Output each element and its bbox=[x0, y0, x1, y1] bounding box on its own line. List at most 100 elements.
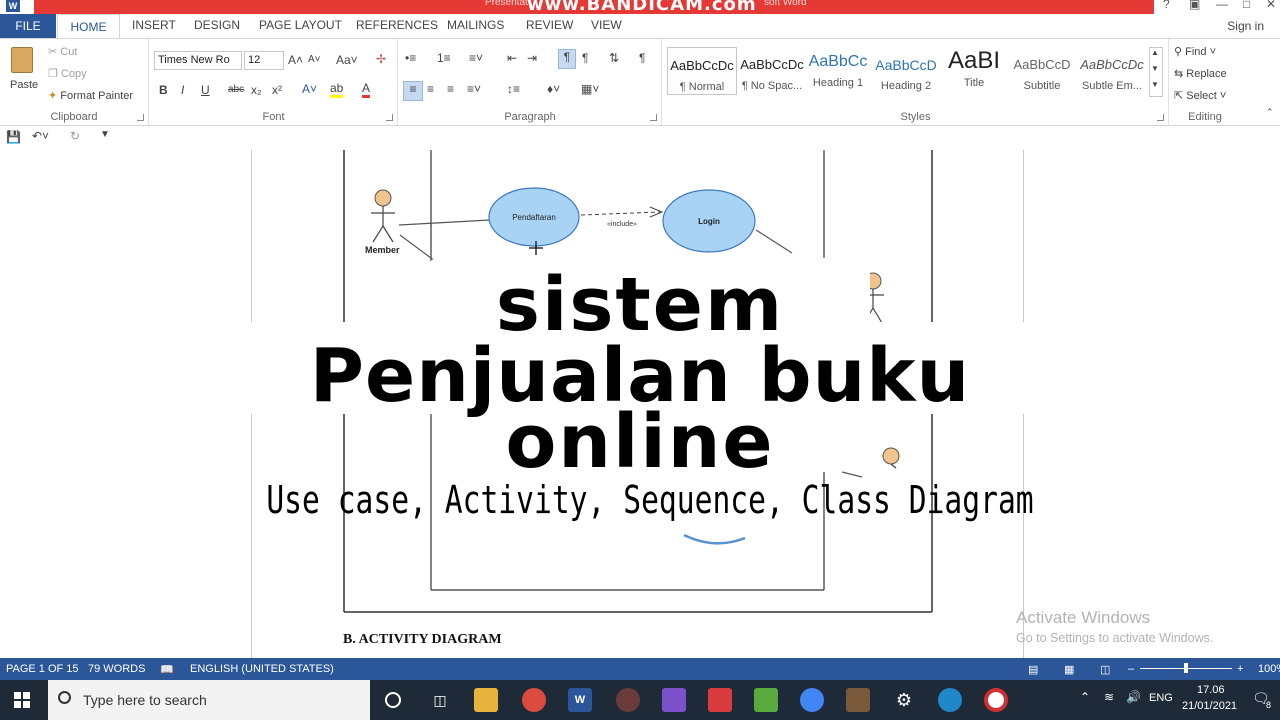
scroll-down-icon[interactable]: ▼ bbox=[1151, 64, 1159, 73]
edge-icon[interactable] bbox=[938, 688, 962, 712]
style-normal[interactable]: AaBbCcDc ¶ Normal bbox=[667, 47, 737, 95]
clock-date[interactable]: 21/01/2021 bbox=[1182, 700, 1237, 712]
word-count[interactable]: 79 WORDS bbox=[88, 663, 145, 675]
paragraph-launcher-icon[interactable] bbox=[650, 114, 657, 121]
app-icon[interactable] bbox=[708, 688, 732, 712]
style-subtitle[interactable]: AaBbCcD Subtitle bbox=[1007, 47, 1077, 95]
close-icon[interactable]: ✕ bbox=[1266, 0, 1276, 11]
scroll-up-icon[interactable]: ▲ bbox=[1151, 48, 1159, 57]
bold-button[interactable]: B bbox=[159, 83, 168, 97]
sort-icon[interactable]: ⇅ bbox=[609, 51, 619, 65]
tray-chevron-icon[interactable]: ⌃ bbox=[1080, 690, 1090, 704]
strikethrough-button[interactable]: abc bbox=[228, 84, 244, 95]
underline-button[interactable]: U bbox=[201, 83, 210, 97]
tab-file[interactable]: FILE bbox=[0, 14, 56, 38]
find-button[interactable]: ⚲ Find ˅ bbox=[1174, 45, 1216, 58]
maximize-icon[interactable]: □ bbox=[1243, 0, 1250, 11]
zoom-out-icon[interactable]: – bbox=[1128, 663, 1134, 675]
app-icon[interactable] bbox=[616, 688, 640, 712]
start-icon[interactable] bbox=[14, 692, 30, 708]
styles-launcher-icon[interactable] bbox=[1157, 114, 1164, 121]
shrink-font-icon[interactable]: A˅ bbox=[308, 54, 321, 65]
borders-icon[interactable]: ▦˅ bbox=[581, 82, 599, 96]
cut-button[interactable]: ✂ Cut bbox=[48, 45, 77, 58]
rtl-direction-icon[interactable]: ¶ bbox=[582, 51, 588, 65]
proofing-icon[interactable]: 📖 bbox=[160, 663, 174, 676]
superscript-button[interactable]: x² bbox=[272, 83, 282, 97]
subscript-button[interactable]: x₂ bbox=[251, 83, 262, 97]
chrome-icon[interactable] bbox=[522, 688, 546, 712]
collapse-ribbon-icon[interactable]: ⌃ bbox=[1266, 107, 1274, 118]
paste-button[interactable]: Paste bbox=[8, 45, 38, 95]
bandicam-record-icon[interactable] bbox=[984, 688, 1008, 712]
replace-button[interactable]: ⇆ Replace bbox=[1174, 67, 1227, 80]
styles-scroll[interactable]: ▲ ▼ ▼ bbox=[1149, 47, 1163, 97]
align-left-icon[interactable]: ≡ bbox=[403, 81, 423, 101]
web-layout-icon[interactable]: ◫ bbox=[1100, 663, 1110, 676]
language-indicator[interactable]: ENGLISH (UNITED STATES) bbox=[190, 663, 334, 675]
tab-view[interactable]: VIEW bbox=[591, 18, 622, 32]
tab-references[interactable]: REFERENCES bbox=[356, 18, 438, 32]
style-heading-2[interactable]: AaBbCcD Heading 2 bbox=[871, 47, 941, 95]
format-painter-button[interactable]: ✦ Format Painter bbox=[48, 89, 133, 102]
text-effects-icon[interactable]: A˅ bbox=[302, 82, 317, 96]
undo-icon[interactable]: ↶˅ bbox=[32, 129, 49, 143]
app-icon[interactable] bbox=[846, 688, 870, 712]
justify-icon[interactable]: ≡˅ bbox=[467, 82, 481, 96]
font-color-icon[interactable]: A bbox=[362, 81, 371, 98]
zoom-slider[interactable] bbox=[1140, 663, 1232, 673]
customize-qat-icon[interactable]: ▼ bbox=[100, 129, 110, 140]
ribbon-display-icon[interactable]: ▣ bbox=[1189, 0, 1200, 11]
style-no-spacing[interactable]: AaBbCcDc ¶ No Spac... bbox=[737, 47, 807, 95]
bullets-icon[interactable]: •≡ bbox=[405, 51, 416, 65]
clear-formatting-icon[interactable]: ✢ bbox=[376, 52, 386, 66]
numbering-icon[interactable]: 1≡ bbox=[437, 51, 451, 65]
select-button[interactable]: ⇱ Select ˅ bbox=[1174, 89, 1226, 102]
file-explorer-icon[interactable] bbox=[474, 688, 498, 712]
settings-gear-icon[interactable]: ⚙ bbox=[892, 688, 916, 712]
tab-mailings[interactable]: MAILINGS bbox=[447, 18, 504, 32]
tab-review[interactable]: REVIEW bbox=[526, 18, 573, 32]
clipboard-launcher-icon[interactable] bbox=[137, 114, 144, 121]
browser-icon[interactable] bbox=[800, 688, 824, 712]
app-icon[interactable] bbox=[754, 688, 778, 712]
ltr-direction-icon[interactable]: ¶ bbox=[558, 49, 576, 69]
clock-time[interactable]: 17.06 bbox=[1197, 684, 1225, 696]
zoom-thumb[interactable] bbox=[1184, 663, 1188, 673]
more-styles-icon[interactable]: ▼ bbox=[1151, 80, 1159, 89]
minimize-icon[interactable]: — bbox=[1216, 0, 1228, 11]
font-name-select[interactable]: Times New Ro bbox=[154, 51, 242, 70]
word-taskbar-icon[interactable]: W bbox=[568, 688, 592, 712]
read-mode-icon[interactable]: ▤ bbox=[1028, 663, 1038, 676]
network-icon[interactable]: ≋ bbox=[1104, 690, 1114, 704]
shading-icon[interactable]: ♦˅ bbox=[547, 82, 560, 96]
tab-design[interactable]: DESIGN bbox=[194, 18, 240, 32]
zoom-level[interactable]: 100% bbox=[1258, 663, 1280, 675]
style-heading-1[interactable]: AaBbCc Heading 1 bbox=[803, 47, 873, 95]
italic-button[interactable]: I bbox=[181, 83, 184, 97]
font-launcher-icon[interactable] bbox=[386, 114, 393, 121]
taskbar-search[interactable]: Type here to search bbox=[48, 680, 370, 720]
save-icon[interactable]: 💾 bbox=[6, 130, 21, 144]
change-case-icon[interactable]: Aa˅ bbox=[336, 53, 358, 67]
style-subtle-emphasis[interactable]: AaBbCcDc Subtle Em... bbox=[1077, 47, 1147, 95]
tab-home[interactable]: HOME bbox=[57, 14, 120, 39]
font-size-select[interactable]: 12 bbox=[244, 51, 284, 70]
line-spacing-icon[interactable]: ↕≡ bbox=[507, 82, 520, 96]
style-title[interactable]: AaBI Title bbox=[939, 47, 1009, 95]
highlight-icon[interactable]: ab bbox=[330, 81, 344, 98]
visual-studio-icon[interactable] bbox=[662, 688, 686, 712]
page-count[interactable]: PAGE 1 OF 15 bbox=[6, 663, 79, 675]
redo-icon[interactable]: ↻ bbox=[70, 129, 80, 143]
word-app-icon[interactable]: W bbox=[6, 0, 20, 12]
input-language[interactable]: ENG bbox=[1149, 692, 1173, 704]
tab-insert[interactable]: INSERT bbox=[132, 18, 176, 32]
grow-font-icon[interactable]: A˄ bbox=[288, 53, 303, 67]
zoom-in-icon[interactable]: + bbox=[1237, 663, 1243, 675]
increase-indent-icon[interactable]: ⇥ bbox=[527, 51, 537, 65]
align-right-icon[interactable]: ≡ bbox=[447, 82, 454, 96]
multilevel-list-icon[interactable]: ≡˅ bbox=[469, 51, 483, 65]
print-layout-icon[interactable]: ▦ bbox=[1064, 663, 1074, 676]
volume-icon[interactable]: 🔊 bbox=[1126, 690, 1141, 704]
sign-in-link[interactable]: Sign in bbox=[1227, 19, 1264, 33]
